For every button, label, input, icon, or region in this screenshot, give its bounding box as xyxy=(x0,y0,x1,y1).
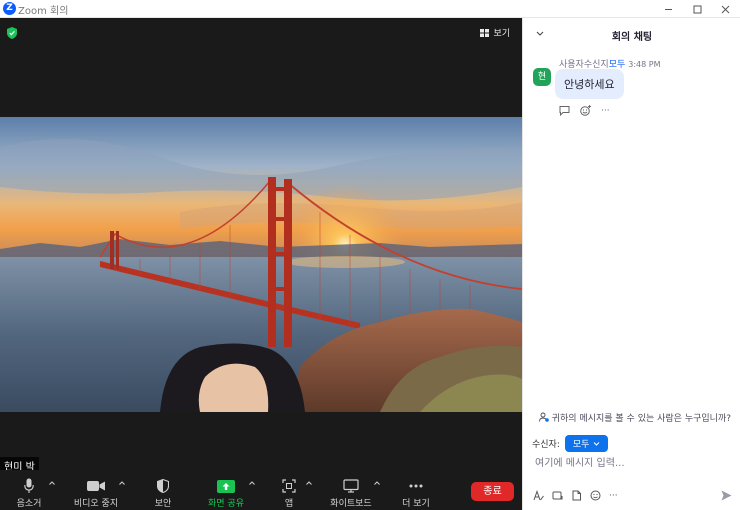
whiteboard-button[interactable]: 화이트보드 xyxy=(328,470,374,510)
apps-icon xyxy=(282,479,296,493)
share-options-chevron-up-icon[interactable] xyxy=(248,479,256,487)
microphone-icon xyxy=(24,478,34,493)
audio-options-chevron-up-icon[interactable] xyxy=(48,479,56,487)
bridge-scene-image xyxy=(0,117,522,412)
end-meeting-button[interactable]: 종료 xyxy=(471,482,514,501)
message-bubble[interactable]: 안녕하세요 xyxy=(555,69,624,99)
minimize-button[interactable] xyxy=(653,0,683,18)
chat-title: 회의 채팅 xyxy=(611,32,653,43)
share-screen-icon xyxy=(217,479,235,493)
chat-tools: ··· xyxy=(533,490,618,501)
chevron-down-icon xyxy=(594,442,600,446)
mute-button[interactable]: 음소거 xyxy=(14,470,44,510)
video-area: 보기 현미 박 xyxy=(0,18,522,474)
whiteboard-icon xyxy=(343,479,359,493)
sender-avatar[interactable]: 현 xyxy=(533,68,551,86)
minimize-icon xyxy=(664,8,672,10)
maximize-icon xyxy=(693,5,701,13)
view-button[interactable]: 보기 xyxy=(476,24,514,41)
chat-panel: 회의 채팅 현 사용자수신지모두 3:48 PM 안녕하세요 ··· 귀하의 메시… xyxy=(522,18,740,510)
recipient-dropdown[interactable]: 모두 xyxy=(564,435,609,452)
message-more-button[interactable]: ··· xyxy=(601,106,610,116)
emoji-icon[interactable] xyxy=(590,490,601,501)
mute-label: 음소거 xyxy=(16,499,42,509)
recipient-row: 수신자: 모두 xyxy=(532,435,609,452)
apps-button[interactable]: 앱 xyxy=(280,470,298,510)
share-screen-label: 화면 공유 xyxy=(208,499,244,509)
title-bar: Z Zoom 회의 xyxy=(0,0,740,18)
window-title: Zoom 회의 xyxy=(18,6,69,17)
reply-icon[interactable] xyxy=(559,105,570,116)
more-label: 더 보기 xyxy=(402,499,430,509)
video-options-chevron-up-icon[interactable] xyxy=(118,479,126,487)
chat-collapse-chevron-down-icon[interactable] xyxy=(535,28,545,38)
whiteboard-label: 화이트보드 xyxy=(330,499,372,509)
whiteboard-options-chevron-up-icon[interactable] xyxy=(373,479,381,487)
security-shield-icon xyxy=(157,479,169,493)
recipient-dropdown-value: 모두 xyxy=(572,440,590,450)
stop-video-label: 비디오 중지 xyxy=(73,499,119,509)
add-reaction-icon[interactable] xyxy=(580,105,591,116)
who-can-see-text: 귀하의 메시지를 볼 수 있는 사람은 누구입니까? xyxy=(551,413,731,424)
file-icon[interactable] xyxy=(571,490,582,501)
more-dots-icon xyxy=(409,484,423,488)
message-time: 3:48 PM xyxy=(628,60,661,69)
encryption-shield-icon[interactable] xyxy=(7,27,17,39)
view-button-label: 보기 xyxy=(493,29,510,39)
apps-label: 앱 xyxy=(284,499,294,509)
video-camera-icon xyxy=(87,481,105,491)
close-icon xyxy=(721,5,729,13)
security-label: 보안 xyxy=(154,499,172,509)
stop-video-button[interactable]: 비디오 중지 xyxy=(72,470,120,510)
close-window-button[interactable] xyxy=(710,0,740,18)
zoom-logo-icon: Z xyxy=(3,2,16,15)
security-button[interactable]: 보안 xyxy=(151,470,175,510)
chat-tools-more-button[interactable]: ··· xyxy=(609,491,618,501)
message-actions: ··· xyxy=(559,105,610,116)
screenshot-icon[interactable] xyxy=(552,490,563,501)
apps-options-chevron-up-icon[interactable] xyxy=(305,479,313,487)
who-can-see-link[interactable]: 귀하의 메시지를 볼 수 있는 사람은 누구입니까? xyxy=(523,408,740,426)
people-icon xyxy=(538,412,549,422)
meeting-toolbar: 음소거 비디오 중지 보안 화면 공유 앱 화이트보드 더 보기 종료 xyxy=(0,470,522,510)
maximize-button[interactable] xyxy=(682,0,712,18)
recipient-label: 수신자: xyxy=(532,440,560,450)
more-button[interactable]: 더 보기 xyxy=(400,470,432,510)
share-screen-button[interactable]: 화면 공유 xyxy=(206,470,246,510)
grid-view-icon xyxy=(480,28,490,37)
send-button[interactable] xyxy=(719,488,733,502)
send-icon xyxy=(721,490,731,500)
chat-message-input[interactable] xyxy=(535,455,731,471)
text-format-icon[interactable] xyxy=(533,490,544,501)
virtual-background-video xyxy=(0,117,522,412)
